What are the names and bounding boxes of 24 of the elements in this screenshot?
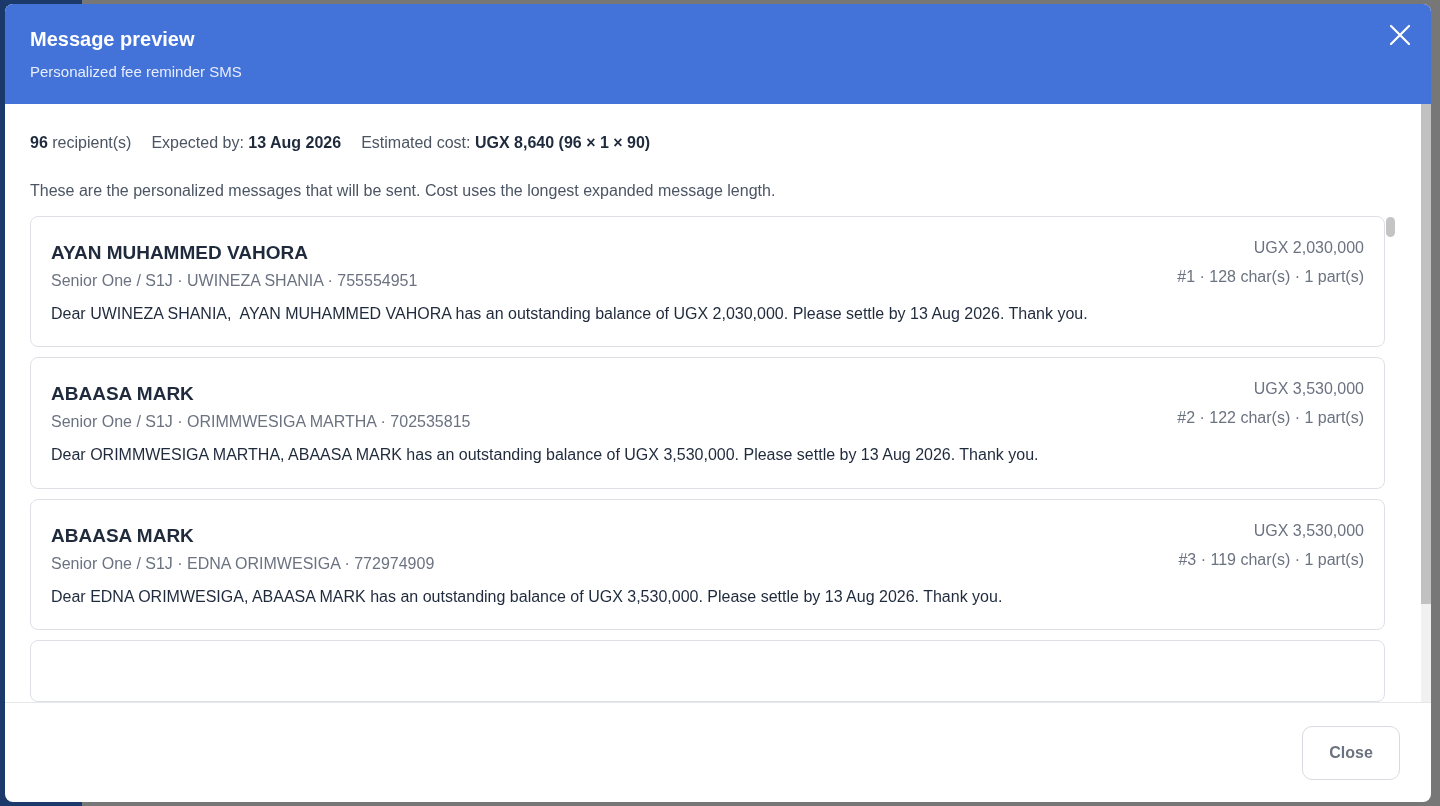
message-stats: #1 · 128 char(s) · 1 part(s) xyxy=(1177,267,1364,287)
description-text: These are the personalized messages that will be sent. Cost uses the longest expanded message length. xyxy=(30,181,777,201)
student-name: AYAN MUHAMMED VAHORA xyxy=(51,241,309,265)
recipient-details: Senior One / S1J · EDNA ORIMWESIGA · 772974909 xyxy=(51,553,435,574)
close-button[interactable]: Close xyxy=(1302,726,1400,780)
scrollbar[interactable] xyxy=(1421,104,1431,702)
recipient-details: Senior One / S1J · ORIMMWESIGA MARTHA · 702535815 xyxy=(51,412,471,433)
student-name: ABAASA MARK xyxy=(51,382,195,407)
balance-amount: UGX 3,530,000 xyxy=(1253,379,1364,400)
dialog-subtitle: Personalized fee reminder SMS xyxy=(30,62,242,82)
summary-item: 96 recipient(s) xyxy=(30,133,132,153)
dialog-title: Message preview xyxy=(30,27,196,52)
message-text: Dear EDNA ORIMWESIGA, ABAASA MARK has an outstanding balance of UGX 3,530,000. Please settle by 13 Aug 2026. Thank you. xyxy=(51,586,1004,607)
summary-item: Expected by: 13 Aug 2026 xyxy=(151,133,342,153)
student-name: ABAASA MARK xyxy=(51,523,195,548)
message-stats: #2 · 122 char(s) · 1 part(s) xyxy=(1177,408,1364,429)
balance-amount: UGX 2,030,000 xyxy=(1253,238,1364,258)
recipient-details: Senior One / S1J · UWINEZA SHANIA · 755554951 xyxy=(51,271,418,291)
message-text: Dear ORIMMWESIGA MARTHA, ABAASA MARK has an outstanding balance of UGX 3,530,000. Please settle by 13 Aug 2026. Thank you. xyxy=(51,445,1040,466)
message-stats: #3 · 119 char(s) · 1 part(s) xyxy=(1178,549,1364,570)
summary-item: Estimated cost: UGX 8,640 (96 × 1 × 90) xyxy=(361,133,651,153)
close-icon[interactable] xyxy=(1388,23,1412,47)
message-text: Dear UWINEZA SHANIA, AYAN MUHAMMED VAHORA has an outstanding balance of UGX 2,030,000. Please settle by 13 Aug 2026. Thank you. xyxy=(51,304,1089,324)
balance-amount: UGX 3,530,000 xyxy=(1253,520,1364,541)
